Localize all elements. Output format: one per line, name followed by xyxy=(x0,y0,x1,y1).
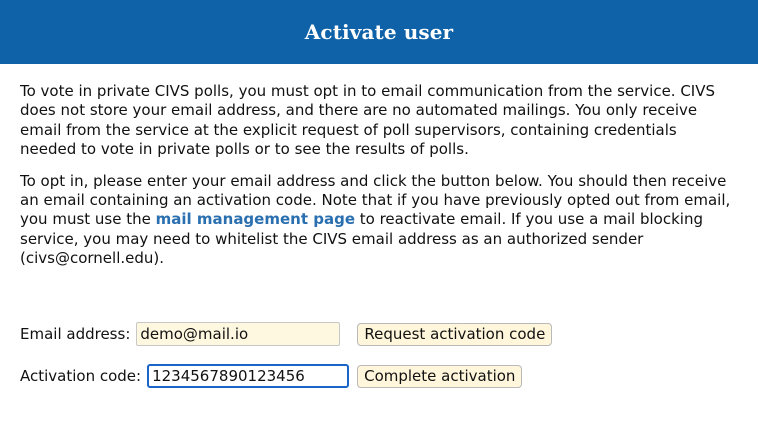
page-title: Activate user xyxy=(304,20,454,44)
request-activation-code-button[interactable]: Request activation code xyxy=(357,322,553,346)
mail-management-link[interactable]: mail management page xyxy=(156,210,355,228)
activation-code-label: Activation code: xyxy=(20,367,142,385)
complete-activation-button[interactable]: Complete activation xyxy=(357,364,523,388)
activation-code-input[interactable] xyxy=(147,364,350,388)
email-row: Email address: Request activation code xyxy=(20,322,553,346)
instructions-paragraph: To opt in, please enter your email addre… xyxy=(20,172,732,269)
email-input[interactable] xyxy=(136,322,341,346)
email-label: Email address: xyxy=(20,325,131,343)
activation-code-row: Activation code: Complete activation xyxy=(20,364,523,388)
page-header: Activate user xyxy=(0,0,758,64)
main-content: To vote in private CIVS polls, you must … xyxy=(20,82,732,281)
intro-paragraph: To vote in private CIVS polls, you must … xyxy=(20,82,716,159)
